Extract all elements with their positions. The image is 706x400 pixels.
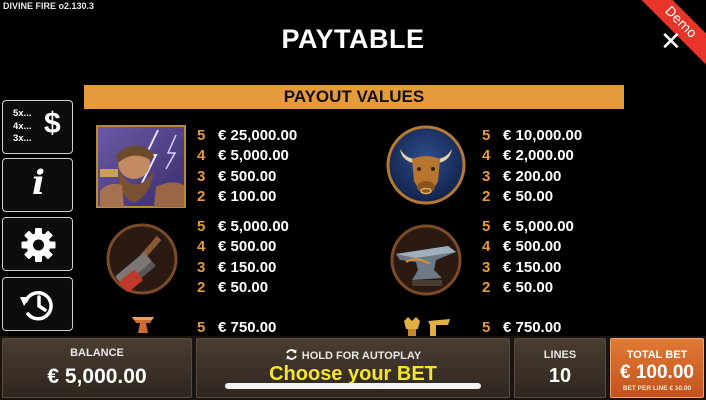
payout-amount: € 5,000.00 [218, 147, 289, 165]
pay-row: 4 € 500.00 [197, 237, 289, 257]
symbol-count: 2 [197, 278, 206, 296]
multiplier-5x: 5x... [13, 108, 32, 119]
lines-panel: LINES 10 [514, 338, 606, 398]
payout-amount: € 750.00 [218, 319, 277, 336]
pay-row: 3 € 500.00 [197, 167, 297, 187]
bull-symbol-icon [386, 125, 466, 205]
multiplier-4x: 4x... [13, 120, 32, 132]
balance-value: € 5,000.00 [47, 365, 147, 388]
gear-icon [21, 228, 56, 262]
payout-amount: € 10,000.00 [503, 127, 583, 144]
pay-row: 5 € 25,000.00 [197, 126, 297, 146]
symbol-count: 5 [197, 218, 206, 235]
symbol-count: 2 [197, 187, 206, 205]
payout-amount: € 50.00 [218, 278, 269, 296]
payout-amount: € 50.00 [503, 187, 554, 205]
pay-row: 3 € 150.00 [482, 258, 574, 278]
multiplier-list: 5x... 4x... 3x... [13, 108, 32, 146]
pay-row: 5 € 10,000.00 [482, 126, 582, 146]
payout-amount: € 500.00 [218, 167, 277, 185]
payout-amount: € 25,000.00 [218, 127, 298, 144]
bull-paytable: 5 € 10,000.00 4 € 2,000.00 3 € 200.00 2 € 50… [482, 126, 582, 207]
hold-for-autoplay-label: HOLD FOR AUTOPLAY [301, 350, 422, 362]
pay-row: 5 € 5,000.00 [197, 217, 289, 237]
zeus-symbol-icon [96, 125, 186, 208]
dollar-icon: $ [44, 107, 61, 140]
symbol-count: 4 [197, 147, 206, 165]
pay-row: 4 € 2,000.00 [482, 146, 582, 166]
symbol-count: 4 [482, 147, 491, 165]
symbol-count: 5 [197, 319, 206, 336]
symbol-count: 5 [482, 218, 491, 235]
close-icon[interactable]: ✕ [660, 28, 682, 54]
settings-button[interactable] [2, 217, 73, 271]
payout-values-header: PAYOUT VALUES [84, 85, 624, 109]
symbol-count: 5 [482, 127, 491, 144]
pay-row: 4 € 500.00 [482, 237, 574, 257]
history-button[interactable] [2, 277, 73, 331]
lines-label: LINES [543, 349, 577, 361]
pay-row: 2 € 50.00 [197, 278, 289, 298]
pay-row: 2 € 100.00 [197, 187, 297, 207]
history-icon [20, 291, 53, 321]
hammer-symbol-icon [106, 223, 178, 295]
symbol-count: 4 [197, 238, 206, 256]
payout-amount: € 5,000.00 [218, 218, 289, 235]
game-version-label: DIVINE FIRE o2.130.3 [3, 1, 95, 11]
symbol-count: 5 [197, 127, 206, 144]
total-bet-value: € 100.00 [620, 362, 694, 383]
payout-amount: € 150.00 [503, 258, 562, 276]
multiplier-3x: 3x... [13, 133, 32, 144]
pay-row: 5 € 5,000.00 [482, 217, 574, 237]
payout-amount: € 500.00 [218, 238, 277, 256]
payout-amount: € 500.00 [503, 238, 562, 256]
symbol-count: 3 [197, 258, 206, 276]
symbol-count: 2 [482, 278, 491, 296]
payout-amount: € 2,000.00 [503, 147, 574, 165]
tools-symbol-icon [404, 317, 450, 337]
payout-amount: € 200.00 [503, 167, 562, 185]
payout-amount: € 50.00 [503, 278, 554, 296]
anvil-symbol-icon [390, 224, 462, 296]
small-anvil-symbol-icon [132, 317, 154, 333]
balance-panel: BALANCE € 5,000.00 [2, 338, 192, 398]
autoplay-icon [285, 349, 297, 360]
payout-amount: € 100.00 [218, 187, 277, 205]
paytable-button[interactable]: 5x... 4x... 3x... $ [2, 100, 73, 154]
lines-value: 10 [548, 365, 572, 387]
payout-amount: € 750.00 [503, 319, 562, 336]
info-button[interactable]: i [2, 158, 73, 212]
pay-row: 3 € 150.00 [197, 258, 289, 278]
total-bet-label: TOTAL BET [626, 349, 688, 361]
anvil-paytable: 5 € 5,000.00 4 € 500.00 3 € 150.00 2 € 50.00 [482, 217, 574, 298]
symbol-count: 3 [482, 167, 491, 185]
payout-amount: € 5,000.00 [503, 218, 574, 235]
total-bet-button[interactable]: TOTAL BET € 100.00 BET PER LINE € 10.00 [610, 338, 704, 398]
bet-per-line-label: BET PER LINE € 10.00 [622, 385, 692, 392]
autoplay-row: HOLD FOR AUTOPLAY [197, 346, 509, 364]
symbol-count: 3 [482, 258, 491, 276]
symbol-count: 2 [482, 187, 491, 205]
hammer-paytable: 5 € 5,000.00 4 € 500.00 3 € 150.00 2 € 50.00 [197, 217, 289, 298]
payout-amount: € 150.00 [218, 258, 277, 276]
info-icon: i [32, 163, 45, 203]
zeus-paytable: 5 € 25,000.00 4 € 5,000.00 3 € 500.00 2 € 10… [197, 126, 297, 207]
pay-row: 2 € 50.00 [482, 187, 582, 207]
symbol-count: 5 [482, 319, 491, 336]
pay-row: 3 € 200.00 [482, 167, 582, 187]
home-indicator [225, 383, 481, 389]
choose-bet-button[interactable]: HOLD FOR AUTOPLAY Choose your BET [196, 338, 510, 398]
symbol-count: 3 [197, 167, 206, 185]
pay-row: 4 € 5,000.00 [197, 146, 297, 166]
balance-label: BALANCE [70, 347, 124, 359]
page-title: PAYTABLE [281, 24, 425, 54]
symbol-count: 4 [482, 238, 491, 256]
pay-row: 2 € 50.00 [482, 278, 574, 298]
